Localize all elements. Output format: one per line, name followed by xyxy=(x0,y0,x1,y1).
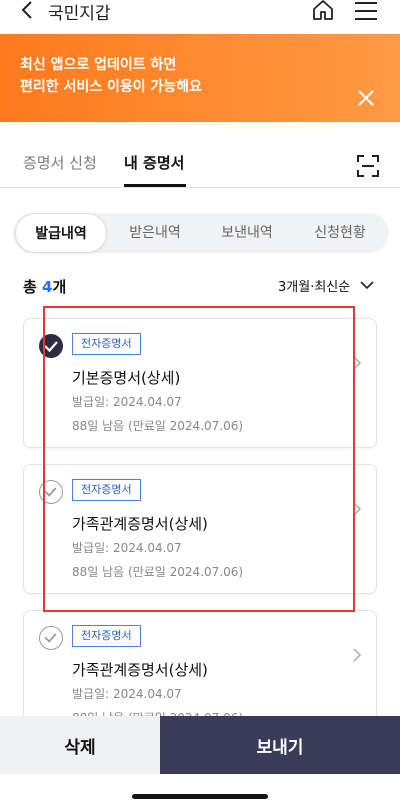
chevron-right-icon xyxy=(353,648,362,662)
certificate-name: 가족관계증명서(상세) xyxy=(72,661,208,679)
delete-button[interactable]: 삭제 xyxy=(0,716,160,774)
main-tabs: 증명서 신청 내 증명서 xyxy=(0,146,400,188)
home-icon xyxy=(313,0,333,20)
count-number: 4 xyxy=(42,278,53,296)
certificate-issue-date: 발급일: 2024.04.07 xyxy=(72,687,182,701)
menu-button[interactable] xyxy=(354,0,378,22)
back-button[interactable] xyxy=(20,0,40,22)
count-prefix: 총 xyxy=(23,278,43,296)
home-button[interactable] xyxy=(311,0,335,22)
segment-received[interactable]: 받은내역 xyxy=(109,213,201,253)
tab-my-certificates[interactable]: 내 증명서 xyxy=(124,152,184,173)
update-banner[interactable]: 최신 앱으로 업데이트 하면 편리한 서비스 이용이 가능해요 xyxy=(0,34,400,122)
segment-issued[interactable]: 발급내역 xyxy=(15,213,107,253)
segment-sent[interactable]: 보낸내역 xyxy=(201,213,293,253)
count-suffix: 개 xyxy=(52,278,67,296)
unchecked-circle-icon[interactable] xyxy=(39,626,63,650)
segment-application-status[interactable]: 신청현황 xyxy=(293,213,387,253)
scan-icon xyxy=(357,155,379,177)
total-count: 총 4개 xyxy=(23,276,66,297)
home-indicator xyxy=(132,794,268,799)
send-button[interactable]: 보내기 xyxy=(160,716,400,774)
top-bar: 국민지갑 xyxy=(0,0,400,24)
tab-certificate-request[interactable]: 증명서 신청 xyxy=(23,152,97,173)
hamburger-menu-icon xyxy=(355,2,377,20)
back-chevron-icon xyxy=(21,1,32,19)
chevron-down-icon[interactable] xyxy=(360,278,374,292)
banner-line-2: 편리한 서비스 이용이 가능해요 xyxy=(20,79,203,95)
banner-close-button[interactable] xyxy=(356,88,376,108)
highlight-box xyxy=(43,306,355,612)
scan-button[interactable] xyxy=(356,154,380,178)
banner-text: 최신 앱으로 업데이트 하면 편리한 서비스 이용이 가능해요 xyxy=(20,54,320,98)
banner-line-1: 최신 앱으로 업데이트 하면 xyxy=(20,57,177,73)
active-tab-indicator xyxy=(124,184,186,187)
history-segmented-control: 발급내역 받은내역 보낸내역 신청현황 xyxy=(13,213,389,253)
sort-dropdown[interactable]: 3개월·최신순 xyxy=(278,276,350,295)
page-title: 국민지갑 xyxy=(48,4,111,24)
bottom-action-bar: 삭제 보내기 xyxy=(0,716,400,774)
close-icon xyxy=(358,90,374,106)
e-certificate-badge: 전자증명서 xyxy=(72,625,141,647)
